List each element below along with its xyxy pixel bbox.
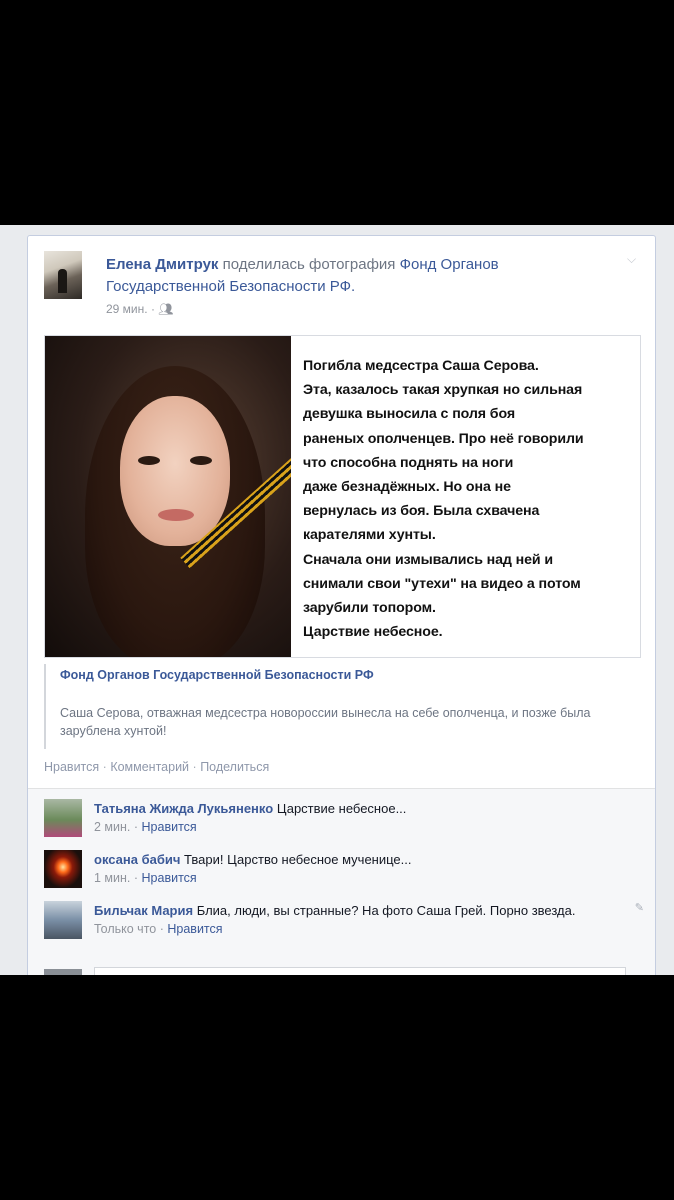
friends-icon[interactable]: 👥︎ [158,302,173,316]
pencil-icon[interactable]: ✎ [635,901,644,914]
caption-line: карателями хунты. [303,527,436,544]
comment-time[interactable]: 1 мин. [94,871,130,885]
caption-line: даже безнадёжных. Но она не [303,479,511,496]
comment-text: Царствие небесное... [276,801,407,816]
comment-link[interactable]: Комментарий [110,760,189,774]
share-link[interactable]: Поделиться [200,760,269,774]
author-name-link[interactable]: Елена Дмитрук [106,256,218,273]
like-link[interactable]: Нравится [44,760,99,774]
comment-author[interactable]: оксана бабич [94,852,180,867]
shared-photo[interactable]: Погибла медсестра Саша Серова. Эта, каза… [44,335,641,658]
caption-line: Погибла медсестра Саша Серова. [303,358,539,374]
post-time[interactable]: 29 мин. [106,302,148,316]
comments-section: Татьяна Жижда Лукьяненко Царствие небесн… [28,788,655,975]
portrait-image[interactable] [45,336,291,657]
portrait-eye-right [190,456,212,465]
meta-separator: · [133,820,139,834]
author-avatar[interactable] [44,251,82,299]
comment-avatar[interactable] [44,799,82,837]
comment-input[interactable] [94,967,626,975]
caption-line: зарубили топором. [303,600,436,617]
portrait-face [120,396,230,546]
portrait-lips [158,509,194,521]
caption-line: вернулась из боя. Была схвачена [303,503,540,520]
action-separator: · [192,760,197,774]
caption-line: Эта, казалось такая хрупкая но сильная [303,382,583,399]
caption-line: снимали свои "утехи" на видео а потом [303,575,581,592]
comment-like-link[interactable]: Нравится [167,922,222,936]
meta-separator: · [159,922,164,936]
comment-time[interactable]: 2 мин. [94,820,130,834]
comment-text: Твари! Царство небесное мученице... [184,852,412,867]
comment-meta: 1 мин. · Нравится [94,869,634,888]
reply-avatar [44,969,82,975]
comment-like-link[interactable]: Нравится [142,871,197,885]
meta-separator: · [150,302,155,316]
link-title[interactable]: Фонд Органов Государственной Безопасност… [60,668,374,682]
comment-body: Татьяна Жижда Лукьяненко Царствие небесн… [94,799,634,837]
caption-line: девушка выносила с поля боя [303,406,516,423]
caption-line: раненых ополченцев. Про неё говорили [303,430,584,447]
comment-time[interactable]: Только что [94,922,156,936]
comment-like-link[interactable]: Нравится [142,820,197,834]
post-header: Елена Дмитрук поделилась фотография Фонд… [106,254,606,298]
comment-meta: 2 мин. · Нравится [94,818,634,837]
post-action-text: поделилась фотография [222,256,396,273]
comment-avatar[interactable] [44,850,82,888]
caption-line: что способна поднять на ноги [303,454,514,471]
comment-avatar[interactable] [44,901,82,939]
post-card: Елена Дмитрук поделилась фотография Фонд… [27,235,656,975]
meta-separator: · [133,871,139,885]
post-actions: Нравится · Комментарий · Поделиться [44,760,269,774]
caption-line: Сначала они измывались над ней и [303,551,554,568]
screenshot-area: Елена Дмитрук поделилась фотография Фонд… [0,225,674,975]
link-preview[interactable]: Фонд Органов Государственной Безопасност… [44,664,646,749]
action-separator: · [102,760,107,774]
comment-author[interactable]: Татьяна Жижда Лукьяненко [94,801,273,816]
comment-meta: Только что · Нравится [94,920,634,939]
portrait-eye-left [138,456,160,465]
comment-body: оксана бабич Твари! Царство небесное муч… [94,850,634,888]
comment-author[interactable]: Бильчак Мария [94,903,193,918]
chevron-down-icon[interactable]: ⌵ [627,252,641,266]
post-meta: 29 мин. · 👥︎ [106,302,174,316]
comment-text: Блиа, люди, вы странные? На фото Саша Гр… [196,903,576,918]
caption-line: Царствие небесное. [303,624,443,641]
comment-body: Бильчак Мария Блиа, люди, вы странные? Н… [94,901,634,939]
link-description: Саша Серова, отважная медсестра новоросс… [60,706,591,738]
photo-caption: Погибла медсестра Саша Серова. Эта, каза… [303,354,638,644]
